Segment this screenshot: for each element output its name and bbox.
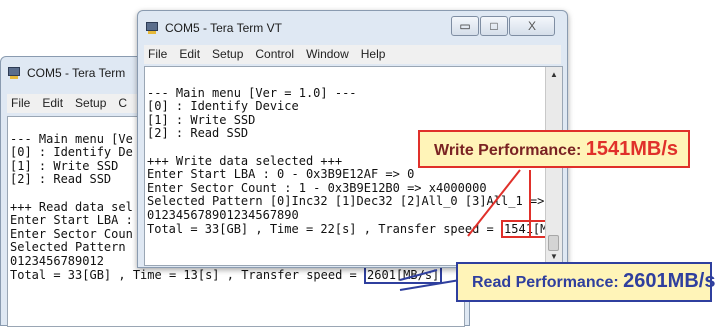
tera-term-icon xyxy=(145,21,159,35)
terminal-line: [2] : Read SSD xyxy=(147,126,249,141)
menu-edit[interactable]: Edit xyxy=(179,45,200,64)
terminal-line: [1] : Write SSD xyxy=(147,112,256,127)
back-menu-setup[interactable]: Setup xyxy=(75,94,106,113)
terminal-line: [2] : Read SSD xyxy=(10,172,112,187)
terminal-line: Enter Sector Coun xyxy=(10,226,133,241)
maximize-button[interactable]: □ xyxy=(480,16,508,36)
read-speed-value: 2601[MB/s] xyxy=(364,265,443,284)
terminal-line: +++ Write data selected +++ xyxy=(147,153,343,168)
write-performance-callout: Write Performance: 1541MB/s xyxy=(418,130,690,168)
terminal-line: Selected Pattern [0]Inc32 [1]Dec32 [2]Al… xyxy=(147,194,559,209)
terminal-line: [0] : Identify De xyxy=(10,145,133,160)
read-performance-value: 2601MB/s xyxy=(623,270,716,292)
read-performance-label: Read Performance: xyxy=(472,274,624,291)
minimize-button[interactable]: ▭ xyxy=(451,16,479,36)
terminal-line: Enter Start LBA : xyxy=(10,213,133,228)
back-window-title: COM5 - Tera Term xyxy=(27,66,126,80)
menu-window[interactable]: Window xyxy=(306,45,349,64)
menu-file[interactable]: File xyxy=(148,45,167,64)
scroll-up-icon[interactable]: ▲ xyxy=(546,67,562,83)
write-performance-value: 1541MB/s xyxy=(585,138,679,160)
terminal-line: [0] : Identify Device xyxy=(147,99,299,114)
close-button[interactable]: X xyxy=(509,16,555,36)
menu-setup[interactable]: Setup xyxy=(212,45,243,64)
read-performance-callout: Read Performance: 2601MB/s xyxy=(456,262,716,302)
terminal-line: +++ Read data sel xyxy=(10,199,133,214)
terminal-line-total: Total = 33[GB] , Time = 22[s] , Transfer… xyxy=(147,221,502,236)
terminal-line: Enter Sector Count : 1 - 0x3B9E12B0 => x… xyxy=(147,180,487,195)
tera-term-icon xyxy=(7,66,21,80)
back-menu-control[interactable]: C xyxy=(118,94,127,113)
terminal-line: Enter Start LBA : 0 - 0x3B9E12AF => 0 xyxy=(147,167,415,182)
terminal-line: [1] : Write SSD xyxy=(10,158,119,173)
back-menu-edit[interactable]: Edit xyxy=(42,94,63,113)
terminal-line: 0123456789012 xyxy=(10,253,104,268)
front-window-title: COM5 - Tera Term VT xyxy=(165,21,282,35)
menu-control[interactable]: Control xyxy=(255,45,294,64)
terminal-line: --- Main menu [Ver = 1.0] --- xyxy=(147,85,357,100)
front-menu-bar: File Edit Setup Control Window Help xyxy=(144,45,561,64)
terminal-line: Selected Pattern xyxy=(10,240,126,255)
front-title-bar[interactable]: COM5 - Tera Term VT ▭ □ X xyxy=(138,11,567,41)
terminal-line: 012345678901234567890 xyxy=(147,207,299,222)
back-menu-file[interactable]: File xyxy=(11,94,30,113)
terminal-line: --- Main menu [Ve xyxy=(10,131,133,146)
write-performance-label: Write Performance: xyxy=(434,142,586,159)
menu-help[interactable]: Help xyxy=(361,45,386,64)
terminal-line-total: Total = 33[GB] , Time = 13[s] , Transfer… xyxy=(10,267,365,282)
